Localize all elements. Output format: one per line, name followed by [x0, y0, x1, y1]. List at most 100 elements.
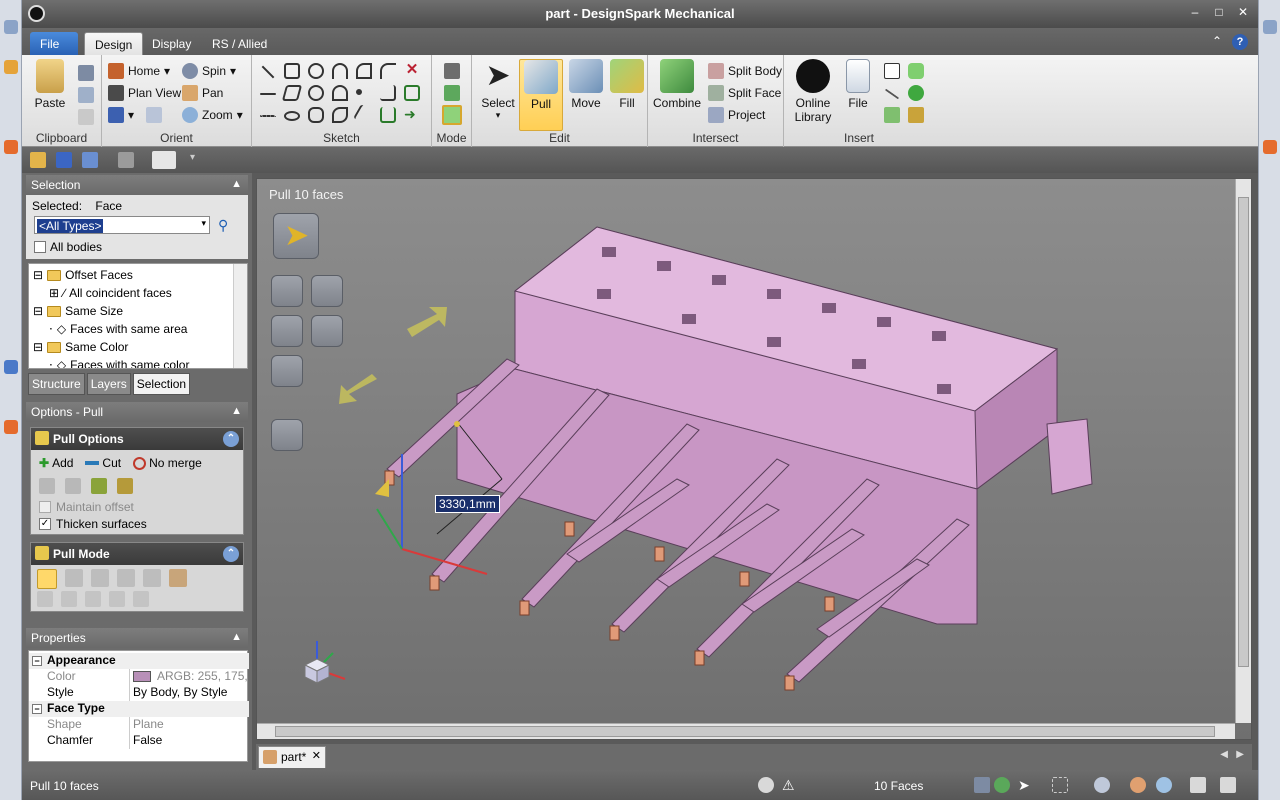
- spin-mode-icon[interactable]: [994, 777, 1010, 793]
- arc-tool-icon[interactable]: [332, 63, 348, 79]
- plane-icon[interactable]: [884, 63, 900, 79]
- tab-design[interactable]: Design: [84, 32, 144, 55]
- help-icon[interactable]: ?: [1232, 34, 1248, 50]
- all-bodies-checkbox[interactable]: All bodies: [34, 240, 102, 254]
- ribbon-collapse-icon[interactable]: ⌃: [1212, 34, 1222, 50]
- selection-filter-icon[interactable]: [974, 777, 990, 793]
- trim-tool-icon[interactable]: ✕: [404, 62, 420, 79]
- split-line-icon[interactable]: [353, 104, 375, 126]
- maintain-offset-checkbox[interactable]: Maintain offset: [39, 500, 134, 514]
- status-stop-icon[interactable]: [758, 777, 774, 793]
- tree-item-faces-same-area[interactable]: ⋅ ◇ Faces with same area: [49, 320, 187, 338]
- pivot-mode-icon[interactable]: [37, 591, 53, 607]
- tangent-line-icon[interactable]: [260, 93, 276, 95]
- pull-both-sides-icon[interactable]: [39, 478, 55, 494]
- tab-file[interactable]: File: [30, 32, 78, 55]
- copy-edge-icon[interactable]: [169, 569, 187, 587]
- dimension-input[interactable]: 3330,1mm: [435, 495, 500, 513]
- construction-line-icon[interactable]: [260, 115, 276, 117]
- pull-button[interactable]: Pull: [519, 59, 563, 131]
- pin-icon[interactable]: ▲: [231, 631, 242, 643]
- tree-item-offset-faces[interactable]: ⊟ Offset Faces: [33, 266, 133, 284]
- insert-file-button[interactable]: File: [840, 59, 876, 110]
- tangent-arc-icon[interactable]: [380, 63, 396, 79]
- new-document-icon[interactable]: [152, 151, 176, 169]
- document-tab-part[interactable]: part* ✕: [258, 746, 326, 768]
- view-cube-button[interactable]: ▾: [108, 105, 163, 125]
- pin-icon[interactable]: ▲: [231, 405, 242, 417]
- property-category-face-type[interactable]: − Face Type: [29, 701, 249, 717]
- viewport-horizontal-scrollbar[interactable]: [257, 723, 1235, 739]
- shell-icon[interactable]: [908, 107, 924, 123]
- zoom-icon[interactable]: [1156, 777, 1172, 793]
- close-button[interactable]: ✕: [1234, 4, 1252, 20]
- collapse-icon[interactable]: ⌃: [223, 546, 239, 562]
- pin-icon[interactable]: ▲: [231, 178, 242, 190]
- tab-scroll-left-icon[interactable]: ◀: [1220, 749, 1228, 760]
- open-folder-icon[interactable]: [30, 152, 46, 168]
- undo-icon[interactable]: [82, 152, 98, 168]
- type-filter-dropdown[interactable]: <All Types> ▾: [34, 216, 210, 234]
- no-merge-option[interactable]: No merge: [133, 456, 202, 470]
- extrude-mode-icon[interactable]: [85, 591, 101, 607]
- project-button[interactable]: Project: [708, 105, 765, 125]
- combine-button[interactable]: Combine: [652, 59, 702, 110]
- 3d-mode-icon[interactable]: [442, 105, 462, 125]
- split-body-button[interactable]: Split Body: [708, 61, 782, 81]
- desktop-shortcut-icon[interactable]: [1263, 140, 1277, 154]
- close-tab-icon[interactable]: ✕: [312, 749, 321, 762]
- viewport-vertical-scrollbar[interactable]: [1235, 179, 1251, 723]
- revolve-mode-icon[interactable]: [65, 569, 83, 587]
- desktop-shortcut-icon[interactable]: [4, 60, 18, 74]
- sweep-mode-icon[interactable]: [91, 569, 109, 587]
- tab-rs-allied[interactable]: RS / Allied: [202, 32, 277, 55]
- slot-tool-icon[interactable]: [308, 107, 324, 123]
- scale-mode-icon[interactable]: [133, 591, 149, 607]
- three-point-circle-icon[interactable]: [308, 85, 324, 101]
- maximize-button[interactable]: □: [1210, 4, 1228, 20]
- sketch-mode-icon[interactable]: [444, 63, 460, 79]
- tree-item-same-size[interactable]: ⊟ Same Size: [33, 302, 123, 320]
- search-icon[interactable]: ⚲: [218, 217, 228, 234]
- desktop-shortcut-icon[interactable]: [4, 360, 18, 374]
- zoom-button[interactable]: Zoom ▾: [182, 105, 243, 125]
- pan-button[interactable]: Pan: [182, 83, 223, 103]
- line-tool-icon[interactable]: [261, 65, 275, 79]
- cut-icon[interactable]: [78, 65, 94, 81]
- point-tool-icon[interactable]: [356, 89, 362, 95]
- origin-icon[interactable]: [884, 107, 900, 123]
- redo-icon[interactable]: [118, 152, 134, 168]
- desktop-shortcut-icon[interactable]: [1263, 20, 1277, 34]
- tree-item-faces-same-color[interactable]: ⋅ ◇ Faces with same color: [49, 356, 189, 368]
- property-category-appearance[interactable]: − Appearance: [29, 653, 249, 669]
- sweep-arc-icon[interactable]: [356, 63, 372, 79]
- view-orientation-cube-icon[interactable]: [303, 641, 346, 684]
- desktop-shortcut-icon[interactable]: [4, 140, 18, 154]
- select-button[interactable]: ➤ Select ▾: [476, 59, 520, 121]
- up-to-icon[interactable]: [65, 478, 81, 494]
- spline-tool-icon[interactable]: [332, 107, 348, 123]
- rotate-mode-icon[interactable]: [61, 591, 77, 607]
- view-options-icon[interactable]: [1190, 777, 1206, 793]
- minimize-button[interactable]: –: [1186, 4, 1204, 20]
- tab-structure[interactable]: Structure: [28, 373, 85, 395]
- online-library-button[interactable]: Online Library: [788, 59, 838, 124]
- measure-icon[interactable]: [117, 478, 133, 494]
- orbit-icon[interactable]: [1094, 777, 1110, 793]
- tab-layers[interactable]: Layers: [86, 373, 131, 395]
- desktop-shortcut-icon[interactable]: [4, 20, 18, 34]
- pan-hand-icon[interactable]: [1130, 777, 1146, 793]
- ruler-icon[interactable]: [91, 478, 107, 494]
- offset-curve-icon[interactable]: [404, 85, 420, 101]
- scroll-thumb[interactable]: [1238, 197, 1249, 667]
- corner-tool-icon[interactable]: [380, 85, 396, 101]
- tab-scroll-right-icon[interactable]: ▶: [1236, 749, 1244, 760]
- section-mode-icon[interactable]: [444, 85, 460, 101]
- tab-display[interactable]: Display: [142, 32, 201, 55]
- blend-mode-icon[interactable]: [143, 569, 161, 587]
- latch-tab[interactable]: [1046, 418, 1093, 495]
- draft-mode-icon[interactable]: [117, 569, 135, 587]
- three-point-arc-icon[interactable]: [332, 85, 348, 101]
- customize-toolbar-icon[interactable]: ▾: [190, 152, 206, 168]
- render-options-icon[interactable]: [1220, 777, 1236, 793]
